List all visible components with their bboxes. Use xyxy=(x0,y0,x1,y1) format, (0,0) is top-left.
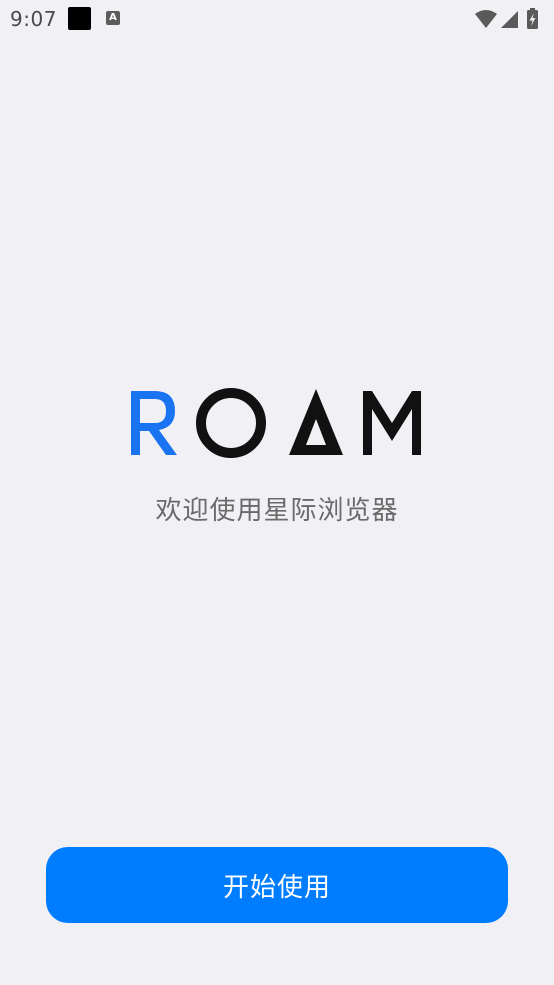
signal-icon xyxy=(501,11,518,28)
start-button[interactable]: 开始使用 xyxy=(46,847,508,923)
logo-letter-m xyxy=(363,391,421,455)
status-bar: 9:07 A xyxy=(0,0,554,38)
welcome-subtitle: 欢迎使用星际浏览器 xyxy=(155,496,399,526)
roam-logo xyxy=(0,383,554,463)
wifi-icon xyxy=(475,10,497,28)
status-time: 9:07 xyxy=(10,7,57,31)
black-square-icon xyxy=(68,7,91,30)
a-badge-icon: A xyxy=(106,11,120,25)
logo-letter-a xyxy=(289,389,343,455)
logo-letter-o xyxy=(196,388,266,458)
battery-charging-icon xyxy=(527,8,538,29)
system-icons xyxy=(474,8,546,30)
welcome-screen: 9:07 A 欢迎使用星际浏览器 开始使用 xyxy=(0,0,554,985)
logo-letter-r xyxy=(131,391,177,455)
